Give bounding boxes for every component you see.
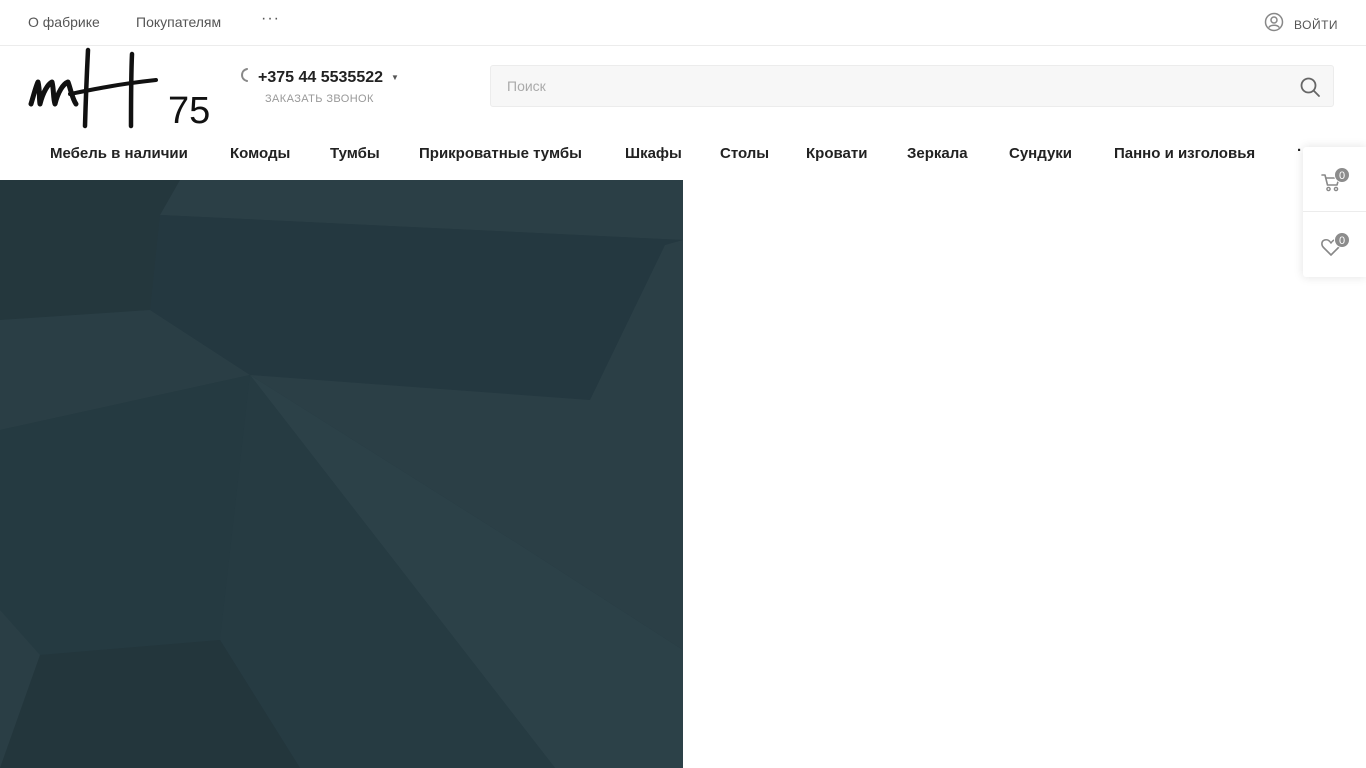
menu-item-tables[interactable]: Столы	[720, 145, 769, 162]
user-icon	[1264, 12, 1284, 37]
favorites-count-badge: 0	[1334, 232, 1350, 248]
favorites-button[interactable]: 0	[1303, 212, 1366, 277]
chevron-down-icon[interactable]: ▼	[391, 73, 399, 82]
main-menu: Мебель в наличии Комоды Тумбы Прикроватн…	[0, 130, 1366, 180]
menu-item-mirrors[interactable]: Зеркала	[907, 145, 968, 162]
cart-count-badge: 0	[1334, 167, 1350, 183]
menu-item-nightstands[interactable]: Прикроватные тумбы	[419, 145, 582, 162]
logo-number: 75	[168, 90, 210, 130]
login-label: ВОЙТИ	[1294, 17, 1339, 32]
menu-item-beds[interactable]: Кровати	[806, 145, 867, 162]
menu-item-panels-headboards[interactable]: Панно и изголовья	[1114, 145, 1255, 162]
request-callback-link[interactable]: ЗАКАЗАТЬ ЗВОНОК	[265, 93, 399, 105]
contact-block: +375 44 5535522 ▼ ЗАКАЗАТЬ ЗВОНОК	[240, 68, 399, 105]
banner-background-image	[0, 180, 683, 768]
menu-item-chests[interactable]: Сундуки	[1009, 145, 1072, 162]
top-link-about-factory[interactable]: О фабрике	[28, 14, 100, 30]
search-bar	[490, 65, 1334, 107]
menu-more[interactable]: ·	[1297, 142, 1302, 159]
menu-item-furniture-in-stock[interactable]: Мебель в наличии	[50, 145, 188, 162]
hero-banner[interactable]	[0, 180, 683, 768]
site-logo[interactable]: 75	[28, 46, 218, 132]
search-icon[interactable]	[1299, 76, 1321, 98]
search-input[interactable]	[491, 66, 1281, 106]
phone-number[interactable]: +375 44 5535522	[258, 69, 383, 87]
floating-side-panel: 0 0	[1303, 147, 1366, 277]
menu-item-cabinets[interactable]: Тумбы	[330, 145, 380, 162]
phone-icon	[240, 68, 252, 87]
menu-item-dressers[interactable]: Комоды	[230, 145, 290, 162]
top-link-for-buyers[interactable]: Покупателям	[136, 14, 221, 30]
menu-item-wardrobes[interactable]: Шкафы	[625, 145, 682, 162]
login-button[interactable]: ВОЙТИ	[1264, 12, 1338, 37]
cart-button[interactable]: 0	[1303, 147, 1366, 212]
top-more-menu[interactable]: ···	[261, 10, 280, 28]
top-bar: О фабрике Покупателям ··· ВОЙТИ	[0, 0, 1366, 46]
